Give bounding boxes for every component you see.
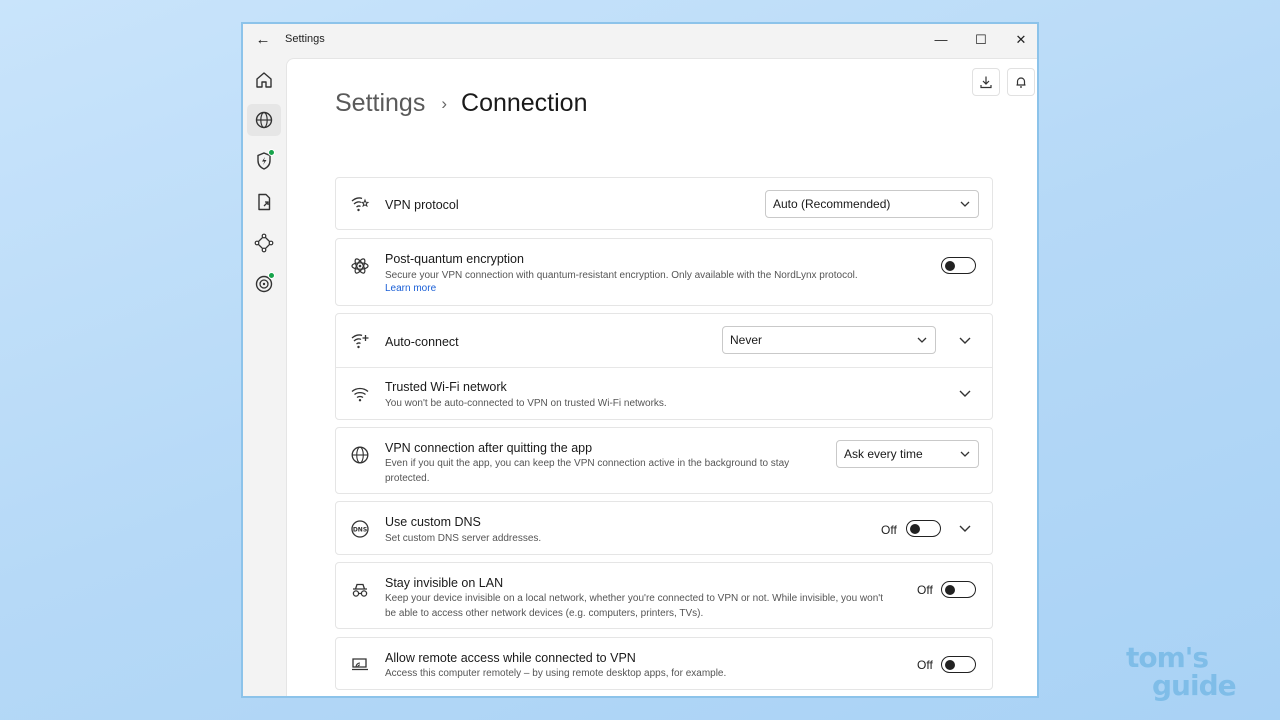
invisible-lan-card: Stay invisible on LAN Keep your device i…: [335, 562, 993, 629]
remote-access-toggle[interactable]: [941, 656, 976, 673]
after-quit-title: VPN connection after quitting the app: [385, 441, 593, 455]
nav-connection[interactable]: [247, 104, 281, 136]
status-dot: [268, 149, 275, 156]
download-icon: [980, 76, 992, 89]
expand-chevron-icon[interactable]: [958, 523, 972, 533]
vpn-protocol-card: VPN protocol Auto (Recommended): [335, 177, 993, 230]
download-button[interactable]: [972, 68, 1000, 96]
bell-icon: [1016, 77, 1026, 88]
row-divider: [336, 367, 992, 368]
auto-connect-value: Never: [730, 333, 763, 347]
remote-access-state: Off: [917, 658, 933, 672]
custom-dns-toggle[interactable]: [906, 520, 941, 537]
expand-chevron-icon[interactable]: [958, 388, 972, 398]
invisible-lan-description: Keep your device invisible on a local ne…: [385, 593, 883, 619]
post-quantum-toggle[interactable]: [941, 257, 976, 274]
wifi-icon: [350, 384, 370, 404]
custom-dns-description: Set custom DNS server addresses.: [385, 533, 542, 544]
chevron-down-icon: [917, 337, 927, 343]
settings-window: ← Settings — ☐ ✕ Settings › Connection V…: [241, 22, 1039, 698]
settings-content: Settings › Connection VPN protocol Auto …: [286, 58, 1037, 696]
watermark-line-2: guide: [1152, 669, 1237, 702]
close-button[interactable]: ✕: [1006, 28, 1036, 52]
window-title: Settings: [285, 33, 325, 45]
status-dot: [268, 272, 275, 279]
globe-icon: [255, 111, 273, 129]
custom-dns-card: DNS Use custom DNS Set custom DNS server…: [335, 501, 993, 555]
toggle-knob: [945, 659, 955, 670]
remote-desktop-icon: [350, 654, 370, 674]
svg-text:DNS: DNS: [353, 527, 367, 534]
after-quit-description: Even if you quit the app, you can keep t…: [385, 458, 790, 484]
atom-icon: [350, 256, 370, 276]
vpn-protocol-value: Auto (Recommended): [773, 197, 891, 211]
invisible-lan-toggle[interactable]: [941, 581, 976, 598]
notifications-button[interactable]: [1007, 68, 1035, 96]
nav-threat-protection[interactable]: [247, 145, 281, 177]
minimize-button[interactable]: —: [926, 28, 956, 52]
remote-access-description: Access this computer remotely – by using…: [385, 668, 727, 679]
nav-meshnet[interactable]: [247, 227, 281, 259]
nav-home[interactable]: [247, 64, 281, 96]
toggle-knob: [945, 260, 955, 271]
auto-connect-card: Auto-connect Never Trusted Wi-Fi network…: [335, 313, 993, 420]
auto-connect-title: Auto-connect: [385, 335, 459, 349]
auto-connect-select[interactable]: Never: [722, 326, 936, 354]
trusted-wifi-description: You won't be auto-connected to VPN on tr…: [385, 398, 667, 409]
back-button[interactable]: ←: [253, 31, 273, 49]
globe-icon: [350, 445, 370, 465]
toms-guide-watermark: tom's guide: [1126, 641, 1237, 702]
vpn-protocol-title: VPN protocol: [385, 198, 459, 212]
chevron-down-icon: [960, 201, 970, 207]
expand-chevron-icon[interactable]: [958, 335, 972, 345]
after-quit-select[interactable]: Ask every time: [836, 440, 979, 468]
vpn-protocol-select[interactable]: Auto (Recommended): [765, 190, 979, 218]
dns-icon: DNS: [350, 519, 370, 539]
invisible-lan-state: Off: [917, 583, 933, 597]
meshnet-icon: [254, 233, 274, 253]
nav-dark-web-monitor[interactable]: [247, 268, 281, 300]
title-bar: ← Settings — ☐ ✕: [243, 24, 1037, 56]
breadcrumb-separator: ›: [441, 93, 448, 113]
learn-more-link[interactable]: Learn more: [385, 283, 436, 294]
custom-dns-title: Use custom DNS: [385, 515, 481, 529]
breadcrumb: Settings › Connection: [335, 89, 588, 118]
maximize-button[interactable]: ☐: [966, 28, 996, 52]
nav-rail: [243, 56, 285, 696]
remote-access-title: Allow remote access while connected to V…: [385, 651, 636, 665]
toggle-knob: [945, 584, 955, 595]
post-quantum-description: Secure your VPN connection with quantum-…: [385, 270, 858, 281]
page-title: Connection: [461, 89, 588, 117]
file-share-icon: [258, 193, 271, 211]
incognito-icon: [350, 580, 370, 600]
post-quantum-card: Post-quantum encryption Secure your VPN …: [335, 238, 993, 306]
watermark-line-1: tom's: [1126, 641, 1209, 674]
trusted-wifi-title: Trusted Wi-Fi network: [385, 380, 507, 394]
after-quit-value: Ask every time: [844, 447, 923, 461]
toggle-knob: [910, 523, 920, 534]
wifi-star-icon: [350, 194, 370, 214]
nav-file-share[interactable]: [247, 186, 281, 218]
remote-access-card: Allow remote access while connected to V…: [335, 637, 993, 690]
post-quantum-title: Post-quantum encryption: [385, 252, 524, 266]
invisible-lan-title: Stay invisible on LAN: [385, 576, 504, 590]
chevron-down-icon: [960, 451, 970, 457]
after-quit-card: VPN connection after quitting the app Ev…: [335, 427, 993, 494]
custom-dns-state: Off: [881, 523, 897, 537]
home-icon: [256, 72, 272, 88]
breadcrumb-root[interactable]: Settings: [335, 89, 425, 118]
wifi-plus-icon: [350, 331, 370, 351]
